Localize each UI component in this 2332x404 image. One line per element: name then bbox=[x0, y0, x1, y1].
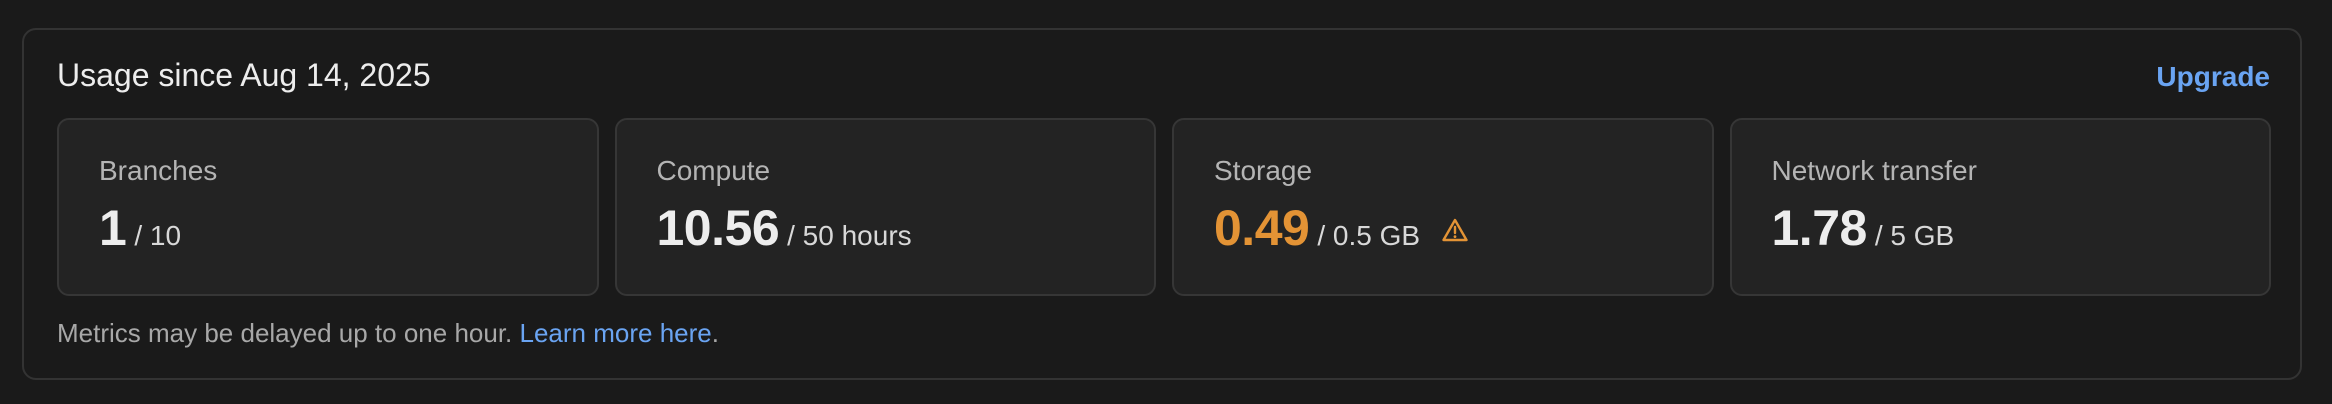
branches-value: 1 bbox=[99, 200, 127, 256]
branches-card: Branches 1 / 10 bbox=[57, 118, 599, 296]
warning-triangle-icon bbox=[1442, 218, 1468, 242]
upgrade-link[interactable]: Upgrade bbox=[2156, 60, 2270, 94]
footnote-period: . bbox=[711, 318, 719, 348]
usage-panel: Usage since Aug 14, 2025 Upgrade Branche… bbox=[22, 28, 2302, 380]
network-transfer-limit: / 5 GB bbox=[1874, 220, 1955, 251]
learn-more-link[interactable]: Learn more here bbox=[520, 318, 712, 348]
compute-label: Compute bbox=[656, 155, 771, 186]
storage-value: 0.49 bbox=[1214, 200, 1310, 256]
metrics-footnote: Metrics may be delayed up to one hour. L… bbox=[57, 318, 719, 349]
compute-card: Compute 10.56 / 50 hours bbox=[614, 118, 1156, 296]
footnote-text: Metrics may be delayed up to one hour. bbox=[57, 318, 513, 348]
network-transfer-value: 1.78 bbox=[1771, 200, 1868, 256]
usage-cards: Branches 1 / 10 Compute 10.56 / 50 hours… bbox=[57, 118, 2271, 296]
usage-title: Usage since Aug 14, 2025 bbox=[57, 57, 431, 93]
compute-value: 10.56 bbox=[656, 200, 780, 256]
compute-limit: / 50 hours bbox=[787, 220, 912, 251]
network-transfer-label: Network transfer bbox=[1771, 155, 1977, 186]
network-transfer-value-row: 1.78 / 5 GB bbox=[1772, 198, 1955, 258]
network-transfer-card: Network transfer 1.78 / 5 GB bbox=[1729, 118, 2271, 296]
branches-label: Branches bbox=[99, 155, 218, 186]
storage-limit: / 0.5 GB bbox=[1317, 220, 1421, 251]
compute-value-row: 10.56 / 50 hours bbox=[657, 198, 912, 258]
storage-label: Storage bbox=[1214, 155, 1313, 186]
branches-limit: / 10 bbox=[134, 220, 182, 251]
storage-value-row: 0.49 / 0.5 GB bbox=[1214, 198, 1468, 258]
storage-card: Storage 0.49 / 0.5 GB bbox=[1172, 118, 1714, 296]
branches-value-row: 1 / 10 bbox=[99, 198, 181, 258]
